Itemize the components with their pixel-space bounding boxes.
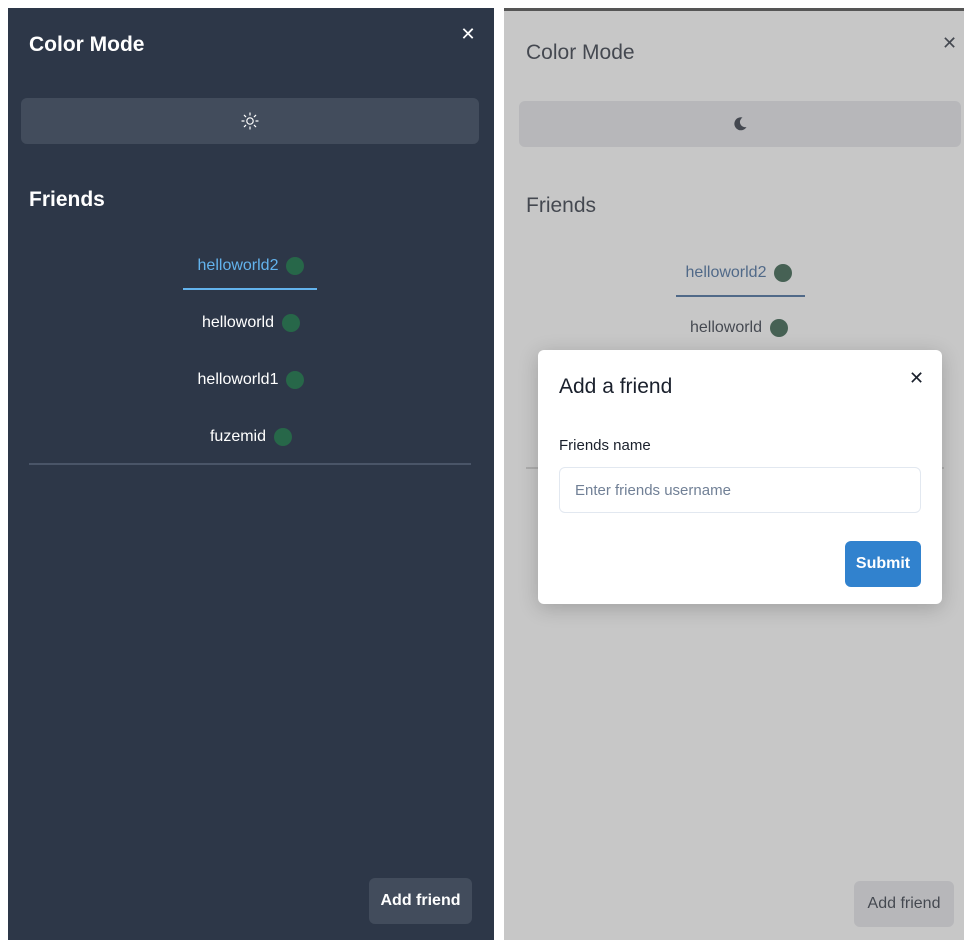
friend-name: fuzemid	[209, 428, 267, 445]
divider	[29, 463, 471, 465]
friend-tab[interactable]: helloworld2	[8, 246, 494, 290]
stage: Color Mode ✕ Friends helloworld2 hellowo…	[0, 0, 964, 940]
friend-tab[interactable]: helloworld	[8, 303, 494, 343]
friend-name: helloworld2	[197, 257, 279, 274]
color-mode-toggle-button[interactable]	[21, 98, 479, 144]
friends-heading: Friends	[29, 188, 105, 211]
friends-name-label: Friends name	[559, 437, 651, 454]
friend-name: helloworld	[201, 314, 275, 331]
online-status-icon	[274, 428, 293, 446]
drawer-title: Color Mode	[29, 33, 145, 56]
online-status-icon	[286, 371, 305, 389]
friend-name: helloworld1	[197, 371, 279, 388]
add-friend-modal: Add a friend ✕ Friends name Submit	[538, 350, 942, 604]
friends-username-input[interactable]	[559, 467, 921, 513]
online-status-icon	[282, 314, 301, 332]
friends-tab-list: helloworld2 helloworld helloworld1 fuzem…	[8, 246, 494, 474]
modal-title: Add a friend	[559, 375, 673, 398]
friend-tab[interactable]: fuzemid	[8, 417, 494, 457]
online-status-icon	[286, 257, 305, 275]
close-icon[interactable]: ✕	[459, 25, 477, 43]
close-icon[interactable]: ✕	[909, 368, 924, 389]
add-friend-button[interactable]: Add friend	[369, 878, 472, 924]
sun-icon	[241, 112, 259, 130]
drawer-dark: Color Mode ✕ Friends helloworld2 hellowo…	[8, 8, 494, 940]
submit-button[interactable]: Submit	[845, 541, 921, 587]
friend-tab[interactable]: helloworld1	[8, 360, 494, 400]
